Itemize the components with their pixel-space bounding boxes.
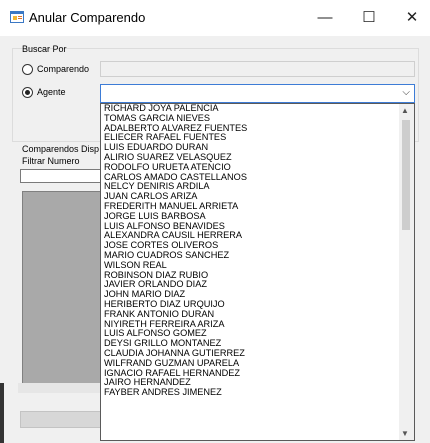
grid-horizontal-scrollbar[interactable] [18,383,102,393]
window-edge [0,383,4,443]
scroll-thumb[interactable] [402,120,410,230]
radio-comparendo-label: Comparendo [37,64,90,74]
comparendo-input[interactable] [100,61,415,77]
minimize-button[interactable]: — [302,0,348,36]
chevron-down-icon[interactable]: ⌵ [402,87,410,98]
comparendos-grid[interactable] [22,191,102,393]
radio-comparendo[interactable] [22,64,33,75]
radio-agente-label: Agente [37,87,66,97]
agente-option[interactable]: FAYBER ANDRES JIMENEZ [103,387,399,398]
agente-dropdown-list[interactable]: RICHARD JOYA PALENCIA TOMAS GARCIA NIEVES… [100,103,415,441]
maximize-button[interactable]: ☐ [346,0,392,36]
radio-agente[interactable] [22,87,33,98]
scroll-down-icon[interactable]: ▼ [401,429,409,438]
dropdown-scrollbar[interactable]: ▲ ▼ [399,104,414,440]
app-form-icon [10,11,24,23]
window-title: Anular Comparendo [29,10,146,25]
title-bar: Anular Comparendo — ☐ ✕ [0,0,430,36]
window: Anular Comparendo — ☐ ✕ Buscar Por Compa… [0,0,430,443]
close-button[interactable]: ✕ [389,0,430,36]
agente-options: RICHARD JOYA PALENCIA TOMAS GARCIA NIEVES… [103,104,399,398]
filter-label: Filtrar Numero [22,156,80,166]
comparendos-label: Comparendos Disp [22,144,100,154]
radio-selected-icon [25,90,30,95]
agente-combobox[interactable]: ⌵ [100,84,415,103]
filter-input[interactable] [20,169,102,183]
search-group-label: Buscar Por [22,44,67,54]
anular-button[interactable] [20,411,102,428]
scroll-up-icon[interactable]: ▲ [401,106,409,115]
